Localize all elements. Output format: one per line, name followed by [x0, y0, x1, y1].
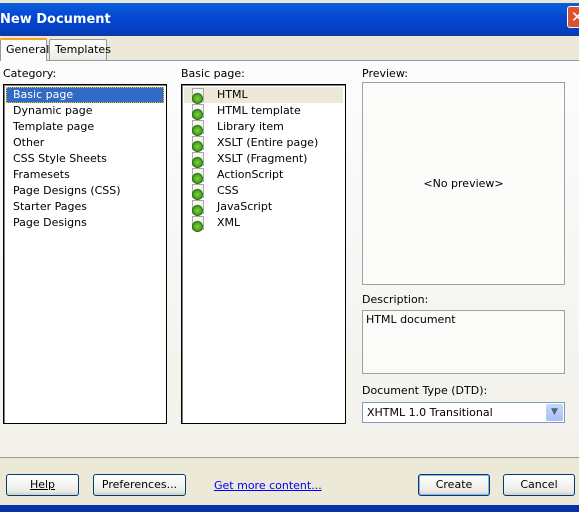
doctype-value: XHTML 1.0 Transitional: [367, 406, 493, 419]
dreamweaver-file-icon: [192, 200, 204, 216]
basic-page-item-label: XSLT (Entire page): [217, 136, 319, 149]
category-item[interactable]: Basic page: [6, 87, 164, 103]
dreamweaver-file-icon: [192, 104, 204, 120]
category-item[interactable]: Template page: [6, 119, 164, 135]
basic-page-item[interactable]: HTML: [184, 87, 343, 104]
basic-page-item-label: XSLT (Fragment): [217, 152, 308, 165]
category-label: Category:: [3, 67, 57, 80]
basic-page-label: Basic page:: [181, 67, 245, 80]
category-list[interactable]: Basic page Dynamic page Template page Other…: [3, 84, 167, 424]
basic-page-list[interactable]: HTML HTML template Library item XSLT (Entir…: [181, 84, 346, 424]
dreamweaver-file-icon: [192, 168, 204, 184]
create-button[interactable]: Create: [418, 474, 490, 496]
category-item[interactable]: Page Designs: [6, 215, 164, 231]
basic-page-item-label: XML: [217, 216, 241, 229]
basic-page-item[interactable]: HTML template: [184, 103, 343, 120]
basic-page-item[interactable]: ActionScript: [184, 167, 343, 184]
description-label: Description:: [362, 293, 429, 306]
dreamweaver-file-icon: [192, 88, 204, 104]
basic-page-item-label: Library item: [217, 120, 284, 133]
get-more-content-link[interactable]: Get more content...: [214, 479, 322, 492]
dreamweaver-file-icon: [192, 152, 204, 168]
help-button[interactable]: Help: [6, 474, 79, 496]
basic-page-item-label: HTML template: [217, 104, 301, 117]
basic-page-item-label: ActionScript: [217, 168, 284, 181]
basic-page-item-label: HTML: [217, 88, 248, 101]
basic-page-item[interactable]: XSLT (Entire page): [184, 135, 343, 152]
tab-general[interactable]: General: [0, 38, 49, 61]
basic-page-item-label: CSS: [217, 184, 239, 197]
category-item[interactable]: Dynamic page: [6, 103, 164, 119]
description-box: HTML document: [362, 310, 565, 374]
basic-page-item[interactable]: XML: [184, 215, 343, 232]
preview-box: <No preview>: [362, 82, 565, 285]
doctype-select[interactable]: XHTML 1.0 Transitional ▼: [362, 402, 565, 423]
preview-text: <No preview>: [423, 177, 504, 190]
title-bar: New Document: [0, 3, 579, 36]
basic-page-item[interactable]: JavaScript: [184, 199, 343, 216]
basic-page-item[interactable]: XSLT (Fragment): [184, 151, 343, 168]
preferences-button[interactable]: Preferences...: [93, 474, 186, 496]
dreamweaver-file-icon: [192, 216, 204, 232]
tab-templates[interactable]: Templates: [49, 39, 111, 60]
description-text: HTML document: [366, 313, 456, 326]
category-item[interactable]: Starter Pages: [6, 199, 164, 215]
category-item[interactable]: Framesets: [6, 167, 164, 183]
preview-label: Preview:: [362, 67, 408, 80]
close-icon[interactable]: ✕: [567, 6, 579, 28]
category-item[interactable]: CSS Style Sheets: [6, 151, 164, 167]
dreamweaver-file-icon: [192, 120, 204, 136]
category-item[interactable]: Page Designs (CSS): [6, 183, 164, 199]
basic-page-item[interactable]: Library item: [184, 119, 343, 136]
basic-page-item[interactable]: CSS: [184, 183, 343, 200]
cancel-button[interactable]: Cancel: [503, 474, 575, 496]
doctype-label: Document Type (DTD):: [362, 384, 488, 397]
help-label: Help: [29, 478, 56, 491]
window-border: [0, 505, 579, 512]
dreamweaver-file-icon: [192, 136, 204, 152]
category-item[interactable]: Other: [6, 135, 164, 151]
dreamweaver-file-icon: [192, 184, 204, 200]
basic-page-item-label: JavaScript: [217, 200, 273, 213]
chevron-down-icon[interactable]: ▼: [546, 404, 563, 421]
window-title: New Document: [0, 12, 111, 27]
